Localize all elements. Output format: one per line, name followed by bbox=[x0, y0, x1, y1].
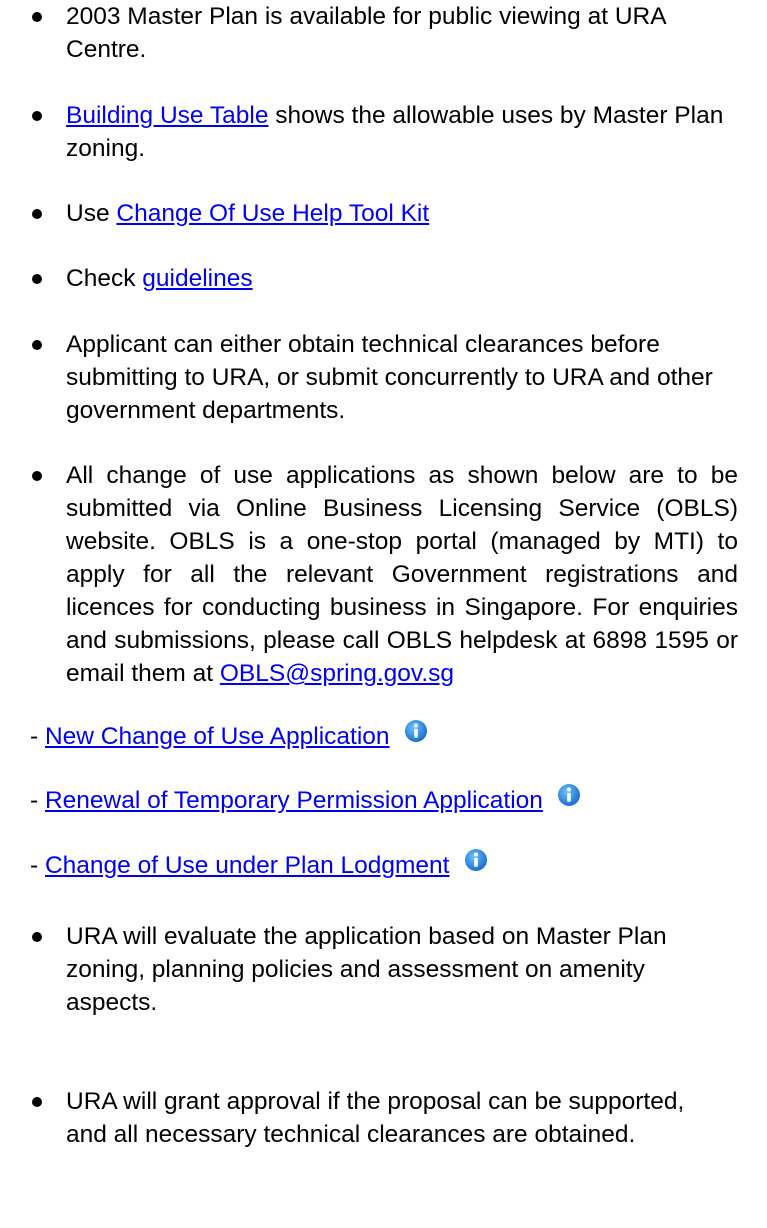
link-prefix: - bbox=[30, 852, 45, 879]
building-use-table-link[interactable]: Building Use Table bbox=[66, 102, 268, 129]
link-prefix: - bbox=[30, 723, 45, 750]
bullet-text-5: Applicant can either obtain technical cl… bbox=[66, 331, 713, 424]
page: 2003 Master Plan is available for public… bbox=[0, 0, 767, 1228]
bullet-text-3: Use bbox=[66, 200, 117, 227]
bullet-dot bbox=[32, 340, 42, 350]
bullet-dot bbox=[32, 12, 42, 22]
bullet-text: Applicant can either obtain technical cl… bbox=[66, 328, 726, 427]
bullet-text-8: URA will grant approval if the proposal … bbox=[66, 1088, 685, 1148]
bullet-text-1: 2003 Master Plan is available for public… bbox=[66, 3, 666, 63]
obls-email-link[interactable]: OBLS@spring.gov.sg bbox=[220, 660, 454, 687]
info-icon[interactable] bbox=[464, 848, 488, 872]
change-of-use-toolkit-link[interactable]: Change Of Use Help Tool Kit bbox=[116, 200, 429, 227]
bullet-text-4: Check bbox=[66, 265, 143, 292]
bullet-dot bbox=[32, 471, 42, 481]
guidelines-link[interactable]: guidelines bbox=[142, 265, 252, 292]
info-icon[interactable] bbox=[404, 719, 428, 743]
bullet-text: Use Change Of Use Help Tool Kit bbox=[66, 197, 738, 230]
info-icon[interactable] bbox=[557, 783, 581, 807]
bullet-text: URA will evaluate the application based … bbox=[66, 920, 706, 1019]
bullet-dot bbox=[32, 111, 42, 121]
new-change-of-use-link[interactable]: New Change of Use Application bbox=[45, 723, 390, 750]
renewal-temporary-permission-link[interactable]: Renewal of Temporary Permission Applicat… bbox=[45, 787, 543, 814]
bullet-text: Building Use Table shows the allowable u… bbox=[66, 99, 738, 165]
link-prefix: - bbox=[30, 787, 45, 814]
link-row-new-change-of-use: - New Change of Use Application bbox=[30, 719, 428, 753]
change-of-use-plan-lodgment-link[interactable]: Change of Use under Plan Lodgment bbox=[45, 852, 450, 879]
bullet-text-6: All change of use applications as shown … bbox=[66, 462, 738, 687]
bullet-dot bbox=[32, 932, 42, 942]
bullet-dot bbox=[32, 209, 42, 219]
bullet-dot bbox=[32, 1097, 42, 1107]
bullet-text-7: URA will evaluate the application based … bbox=[66, 923, 667, 1016]
link-row-renewal-temporary-permission: - Renewal of Temporary Permission Applic… bbox=[30, 783, 581, 817]
bullet-text: 2003 Master Plan is available for public… bbox=[66, 0, 738, 66]
bullet-text: All change of use applications as shown … bbox=[66, 459, 738, 690]
bullet-text: URA will grant approval if the proposal … bbox=[66, 1085, 706, 1151]
bullet-dot bbox=[32, 274, 42, 284]
bullet-text: Check guidelines bbox=[66, 262, 738, 295]
link-row-change-of-use-plan-lodgment: - Change of Use under Plan Lodgment bbox=[30, 848, 488, 882]
